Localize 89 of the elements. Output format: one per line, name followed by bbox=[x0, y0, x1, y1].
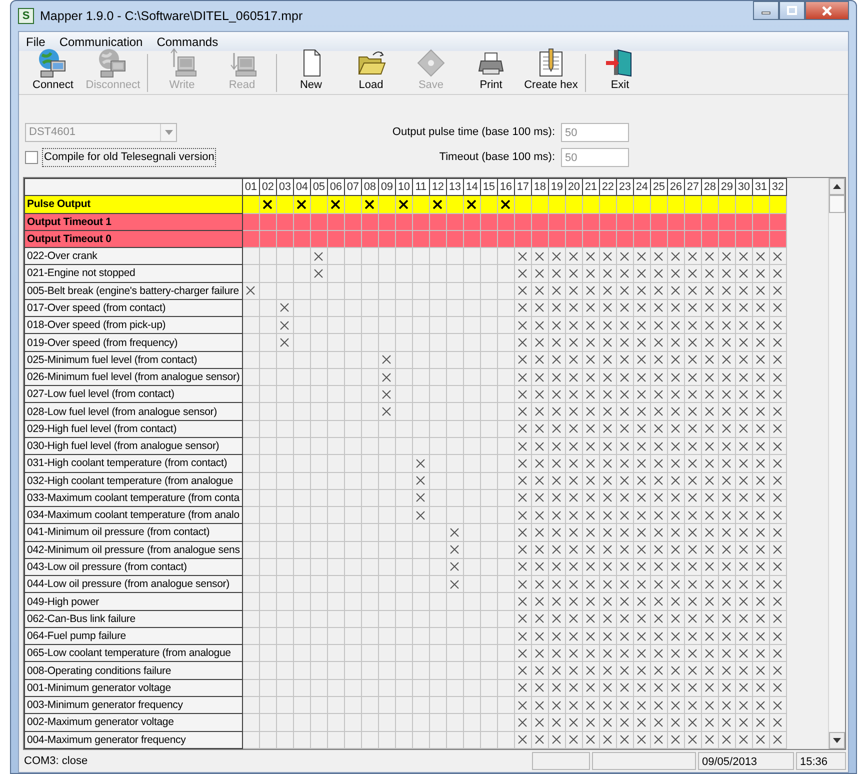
maximize-button[interactable] bbox=[779, 1, 805, 20]
column-header: 07 bbox=[344, 178, 362, 196]
column-header: 17 bbox=[514, 178, 532, 196]
column-header: 02 bbox=[259, 178, 276, 196]
row-label: 021-Engine not stopped bbox=[24, 264, 242, 282]
row-label: 062-Can-Bus link failure bbox=[24, 610, 242, 628]
row-label: 044-Low oil pressure (from analogue sensor) bbox=[24, 576, 242, 593]
column-header: 12 bbox=[429, 178, 446, 196]
column-header: 01 bbox=[242, 178, 260, 196]
scrollbar[interactable] bbox=[828, 178, 845, 749]
column-header: 31 bbox=[752, 178, 770, 196]
close-button[interactable] bbox=[805, 1, 849, 20]
toolbar-button[interactable]: Print bbox=[461, 47, 521, 92]
column-header: 16 bbox=[497, 178, 514, 196]
row-label: 005-Belt break (engine's battery-charger failure bbox=[24, 282, 242, 300]
column-header: 30 bbox=[735, 178, 752, 196]
dropdown-arrow-icon bbox=[164, 130, 172, 135]
row-label: Pulse Output bbox=[24, 196, 242, 214]
row-label: 008-Operating conditions failure bbox=[24, 662, 242, 680]
row-label: 026-Minimum fuel level (from analogue sensor) bbox=[24, 368, 242, 386]
column-header: 09 bbox=[378, 178, 396, 196]
row-label: 028-Low fuel level (from analogue sensor) bbox=[24, 402, 242, 420]
row-label: 042-Minimum oil pressure (from analogue sens bbox=[24, 541, 242, 558]
app-icon: S bbox=[18, 8, 34, 24]
row-label: Output Timeout 0 bbox=[24, 230, 242, 248]
row-label: 001-Minimum generator voltage bbox=[24, 679, 242, 696]
column-header: 32 bbox=[769, 178, 786, 196]
row-label: 027-Low fuel level (from contact) bbox=[24, 386, 242, 403]
column-header: 06 bbox=[327, 178, 344, 196]
row-label: 025-Minimum fuel level (from contact) bbox=[24, 351, 242, 368]
column-header: 15 bbox=[480, 178, 498, 196]
column-header: 13 bbox=[446, 178, 464, 196]
row-label: Output Timeout 1 bbox=[24, 213, 242, 230]
row-label: 064-Fuel pump failure bbox=[24, 627, 242, 645]
column-header: 21 bbox=[582, 178, 600, 196]
scroll-up-icon bbox=[833, 184, 841, 189]
row-label: 003-Minimum generator frequency bbox=[24, 696, 242, 714]
column-header: 14 bbox=[463, 178, 480, 196]
column-header: 18 bbox=[531, 178, 548, 196]
minimize-button[interactable] bbox=[753, 1, 779, 20]
column-header: 05 bbox=[310, 178, 328, 196]
row-label: 049-High power bbox=[24, 592, 242, 610]
row-label: 022-Over crank bbox=[24, 248, 242, 265]
row-label: 043-Low oil pressure (from contact) bbox=[24, 558, 242, 576]
checkbox[interactable] bbox=[25, 150, 38, 164]
row-label: 018-Over speed (from pick-up) bbox=[24, 316, 242, 334]
row-label: 017-Over speed (from contact) bbox=[24, 299, 242, 317]
row-label: 002-Maximum generator voltage bbox=[24, 714, 242, 731]
column-header: 27 bbox=[684, 178, 702, 196]
row-label: 032-High coolant temperature (from analogue bbox=[24, 472, 242, 490]
row-label: 031-High coolant temperature (from contact) bbox=[24, 454, 242, 472]
close-icon bbox=[821, 6, 833, 16]
scroll-thumb[interactable] bbox=[829, 195, 845, 213]
checkbox-label[interactable]: Compile for old Telesegnali version bbox=[42, 148, 216, 166]
row-label: 030-High fuel level (from analogue sensor) bbox=[24, 437, 242, 455]
status-text: COM3: close bbox=[23, 754, 89, 769]
column-header: 26 bbox=[667, 178, 684, 196]
toolbar-button[interactable]: Create hex bbox=[521, 47, 581, 92]
column-header: 24 bbox=[633, 178, 650, 196]
column-header: 20 bbox=[565, 178, 582, 196]
status-date: 09/05/2013 bbox=[698, 752, 794, 770]
field-label: Timeout (base 100 ms): bbox=[439, 150, 556, 166]
status-time: 15:36 bbox=[796, 752, 846, 770]
row-label: 041-Minimum oil pressure (from contact) bbox=[24, 524, 242, 542]
column-header: 04 bbox=[293, 178, 310, 196]
maximize-icon bbox=[787, 6, 797, 15]
window-title: Mapper 1.9.0 - C:\Software\DITEL_060517.mpr bbox=[40, 8, 304, 25]
toolbar-button[interactable]: Exit bbox=[590, 47, 650, 92]
row-label: 029-High fuel level (from contact) bbox=[24, 420, 242, 438]
column-header: 10 bbox=[395, 178, 412, 196]
column-header: 28 bbox=[701, 178, 718, 196]
row-label: 034-Maximum coolant temperature (from analo bbox=[24, 506, 242, 524]
row-label: 065-Low coolant temperature (from analogue bbox=[24, 644, 242, 662]
column-header: 29 bbox=[718, 178, 736, 196]
toolbar-button[interactable]: New bbox=[281, 47, 341, 92]
scroll-down-icon bbox=[833, 738, 841, 743]
column-header: 11 bbox=[412, 178, 430, 196]
status-panel bbox=[532, 752, 590, 770]
column-header: 22 bbox=[599, 178, 616, 196]
column-header: 08 bbox=[361, 178, 378, 196]
row-label: 033-Maximum coolant temperature (from conta bbox=[24, 489, 242, 507]
row-label: 019-Over speed (from frequency) bbox=[24, 334, 242, 352]
column-header: 19 bbox=[548, 178, 566, 196]
field-label: Output pulse time (base 100 ms): bbox=[392, 125, 556, 140]
column-header: 25 bbox=[650, 178, 668, 196]
column-header: 23 bbox=[616, 178, 634, 196]
toolbar-button[interactable]: Load bbox=[341, 47, 401, 92]
column-header: 03 bbox=[276, 178, 294, 196]
row-label: 004-Maximum generator frequency bbox=[24, 731, 242, 748]
